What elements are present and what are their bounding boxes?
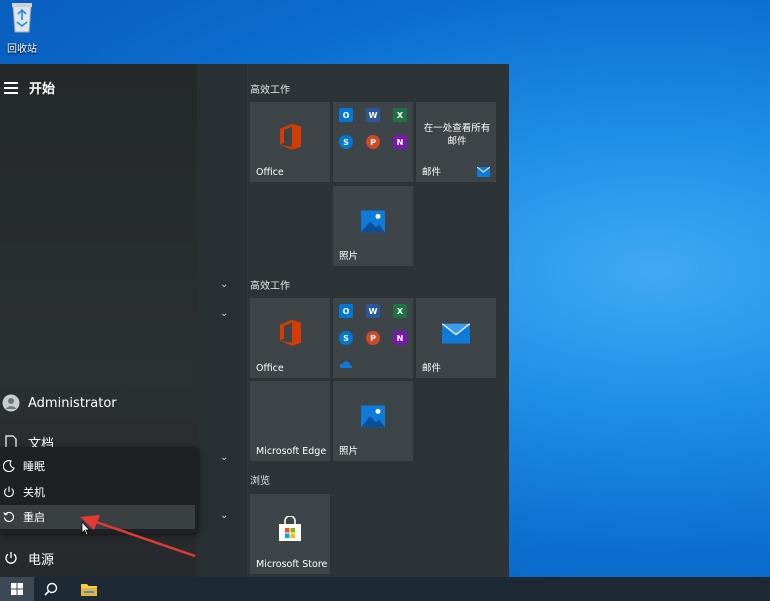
restart-menu-item[interactable]: 重启 [0,505,195,529]
word-icon: W [366,304,380,318]
shutdown-label: 关机 [23,486,45,499]
word-icon: W [366,108,380,122]
search-button[interactable] [34,577,68,601]
power-icon [4,486,14,498]
photos-icon [361,210,385,233]
mail-small-icon [477,167,490,177]
outlook-icon: O [339,108,353,122]
hamburger-menu-icon[interactable] [4,82,18,97]
excel-icon: X [393,108,407,122]
start-button[interactable] [0,577,34,601]
section-collapse-chevron-icon[interactable]: ⌄ [220,452,228,463]
mail-tile[interactable]: 邮件 [416,298,496,378]
taskbar [0,577,770,601]
recycle-bin-shortcut[interactable]: 回收站 [3,0,41,55]
microsoft-store-tile[interactable]: Microsoft Store [250,494,330,574]
power-options-menu: 睡眠 关机 重启 [0,447,197,533]
onedrive-icon [339,361,353,368]
restart-icon [3,511,15,523]
sleep-menu-item[interactable]: 睡眠 [0,454,195,478]
tile-label: Microsoft Store [256,559,328,570]
tile-label: 邮件 [422,363,442,374]
office-tile[interactable]: Office [250,102,330,182]
shutdown-menu-item[interactable]: 关机 [0,480,195,504]
section-collapse-chevron-icon[interactable]: ⌄ [220,308,228,319]
recycle-bin-icon [12,3,32,33]
section-collapse-chevron-icon[interactable]: ⌄ [220,510,228,521]
mail-live-tile[interactable]: 在一处查看所有邮件 邮件 [416,102,496,182]
skype-icon: S [339,135,353,149]
user-avatar-icon [2,394,20,412]
tile-label: Office [256,363,284,374]
office-apps-folder-tile[interactable]: O W X S P N [333,298,413,378]
tile-label: Microsoft Edge [256,446,327,457]
section-collapse-chevron-icon[interactable]: ⌄ [220,279,228,290]
photos-icon [361,405,385,428]
power-label: 电源 [28,552,55,568]
store-bag-icon [279,515,301,541]
photos-tile[interactable]: 照片 [333,186,413,266]
tile-label: 照片 [339,251,359,262]
tile-label: Office [256,167,284,178]
office-apps-folder-tile[interactable]: O W X S P N [333,102,413,182]
tile-group-label: 浏览 [250,476,270,487]
tile-group-label: 高效工作 [250,85,290,96]
folder-icon [81,583,97,596]
office-logo-icon [280,319,301,346]
powerpoint-icon: P [366,135,380,149]
office-logo-icon [280,123,301,150]
user-account-button[interactable]: Administrator [0,390,197,416]
power-icon [5,552,17,564]
restart-label: 重启 [23,511,45,524]
excel-icon: X [393,304,407,318]
onenote-icon: N [393,331,407,345]
tile-label: 照片 [339,446,359,457]
office-tile[interactable]: Office [250,298,330,378]
windows-logo-icon [11,583,23,595]
powerpoint-icon: P [366,331,380,345]
photos-tile[interactable]: 照片 [333,381,413,461]
sleep-label: 睡眠 [23,460,45,473]
tile-group-label: 高效工作 [250,281,290,292]
moon-icon [3,460,15,472]
search-icon [44,582,58,596]
onenote-icon: N [393,135,407,149]
mail-promo-text: 在一处查看所有邮件 [423,123,491,147]
start-app-list-gutter [197,64,247,577]
mail-icon [441,323,471,344]
file-explorer-button[interactable] [72,577,106,601]
microsoft-edge-tile[interactable]: Microsoft Edge [250,381,330,461]
outlook-icon: O [339,304,353,318]
mouse-cursor-icon [81,521,91,536]
recycle-bin-label: 回收站 [7,44,37,55]
user-name: Administrator [28,395,117,411]
start-title: 开始 [29,82,56,97]
skype-icon: S [339,331,353,345]
tile-label: 邮件 [422,167,442,178]
power-button[interactable]: 电源 [0,545,197,571]
